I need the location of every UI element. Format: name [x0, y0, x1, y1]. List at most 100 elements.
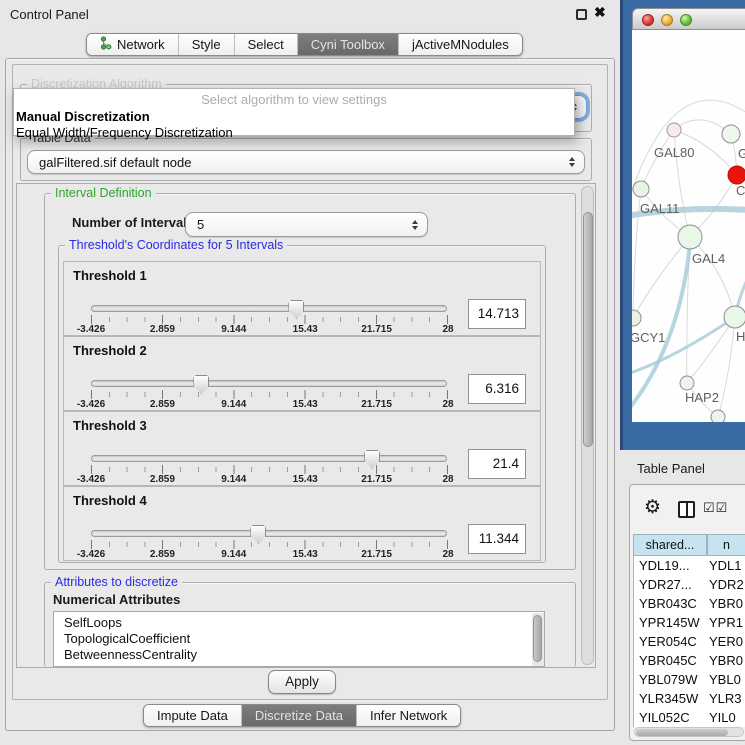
top-tab-bar: Network Style Select Cyni Toolbox jActiv… [86, 33, 523, 56]
list-scrollbar-track[interactable] [532, 613, 544, 666]
cell: YIL0 [706, 708, 745, 727]
cell: YBR043C [634, 594, 706, 613]
table-row[interactable]: YLR345WYLR3 [634, 689, 745, 708]
panel-title: Control Panel [10, 7, 89, 22]
table-row[interactable]: YBR043CYBR0 [634, 594, 745, 613]
bottom-tab-bar: Impute Data Discretize Data Infer Networ… [143, 704, 461, 727]
list-scrollbar-thumb[interactable] [533, 615, 542, 662]
cell: YBR0 [706, 651, 745, 670]
tab-infer-network[interactable]: Infer Network [357, 705, 460, 726]
close-traffic-light-icon[interactable] [642, 14, 654, 26]
scale-label: 21.715 [361, 474, 392, 485]
scale-label: 9.144 [221, 474, 246, 485]
close-icon[interactable]: ✖ [594, 4, 606, 21]
threshold-3-slider-track[interactable] [91, 455, 447, 462]
tab-style-label: Style [192, 37, 221, 52]
numerical-attributes-list[interactable]: SelfLoops TopologicalCoefficient Between… [53, 611, 545, 667]
tab-network[interactable]: Network [87, 34, 179, 55]
scale-label: -3.426 [77, 399, 105, 410]
scale-label: 9.144 [221, 324, 246, 335]
dropdown-hint-item: Select algorithm to view settings [14, 89, 574, 107]
threshold-3-value-field[interactable]: 21.4 [468, 449, 526, 479]
tab-select-label: Select [248, 37, 284, 52]
column-header-name[interactable]: n [707, 534, 745, 556]
tab-infer-network-label: Infer Network [370, 708, 447, 723]
scale-label: -3.426 [77, 474, 105, 485]
table-body: YDL19...YDL1 YDR27...YDR2 YBR043CYBR0 YP… [633, 556, 745, 727]
cell: YBL079W [634, 670, 706, 689]
minimize-traffic-light-icon[interactable] [661, 14, 673, 26]
tab-jactivemnodules[interactable]: jActiveMNodules [399, 34, 522, 55]
threshold-1-value-field[interactable]: 14.713 [468, 299, 526, 329]
table-row[interactable]: YBL079WYBL0 [634, 670, 745, 689]
horizontal-scrollbar-track[interactable] [634, 727, 744, 737]
zoom-traffic-light-icon[interactable] [680, 14, 692, 26]
tab-cyni-toolbox[interactable]: Cyni Toolbox [298, 34, 399, 55]
scale-label: 21.715 [361, 549, 392, 560]
list-item[interactable]: SelfLoops [54, 612, 544, 631]
tab-select[interactable]: Select [235, 34, 298, 55]
dropdown-item-manual-discretization[interactable]: Manual Discretization [14, 107, 574, 124]
interval-definition-group-title: Interval Definition [51, 186, 156, 200]
list-item[interactable]: TopologicalCoefficient [54, 631, 544, 647]
network-svg: GAL80GACGAL11GAL4GCY1HHAP2 [632, 30, 745, 422]
svg-text:GA: GA [738, 146, 745, 161]
cell: YBR045C [634, 651, 706, 670]
vertical-scrollbar-thumb[interactable] [583, 212, 593, 447]
cell: YIL052C [634, 708, 706, 727]
table-row[interactable]: YBR045CYBR0 [634, 651, 745, 670]
number-of-intervals-combobox[interactable]: 5 [185, 212, 428, 237]
columns-icon[interactable] [678, 501, 695, 518]
threshold-2-scale: -3.426 2.859 9.144 15.43 21.715 28 [91, 399, 448, 411]
select-checkboxes-icon[interactable]: ☑☑ [703, 500, 728, 516]
scale-label: 9.144 [221, 399, 246, 410]
tab-discretize-data[interactable]: Discretize Data [242, 705, 357, 726]
list-item[interactable]: BetweennessCentrality [54, 647, 544, 663]
column-header-shared-name[interactable]: shared... [633, 534, 707, 556]
threshold-1-tick-marks [91, 315, 448, 324]
threshold-4-panel: Threshold 4 -3.426 2.859 9.144 15.43 21.… [63, 486, 541, 561]
tab-impute-data-label: Impute Data [157, 708, 228, 723]
gear-icon[interactable]: ⚙ [644, 498, 661, 517]
threshold-3-label: Threshold 3 [73, 418, 147, 433]
number-of-intervals-value: 5 [197, 217, 204, 232]
svg-text:GAL11: GAL11 [640, 201, 680, 216]
scale-label: 9.144 [221, 549, 246, 560]
number-of-intervals-label: Number of Intervals [72, 215, 194, 230]
table-row[interactable]: YDR27...YDR2 [634, 575, 745, 594]
network-window-titlebar[interactable] [632, 8, 745, 30]
threshold-4-value-field[interactable]: 11.344 [468, 524, 526, 554]
threshold-4-slider-track[interactable] [91, 530, 447, 537]
threshold-1-label: Threshold 1 [73, 268, 147, 283]
table-row[interactable]: YDL19...YDL1 [634, 556, 745, 575]
control-panel: Control Panel ✖ Network Style Select Cyn… [0, 0, 620, 745]
table-row[interactable]: YPR145WYPR1 [634, 613, 745, 632]
table-row[interactable]: YER054CYER0 [634, 632, 745, 651]
table-row[interactable]: YIL052CYIL0 [634, 708, 745, 727]
table-header-row: shared... n [633, 534, 745, 556]
apply-button[interactable]: Apply [268, 670, 336, 694]
threshold-1-slider-track[interactable] [91, 305, 447, 312]
tab-impute-data[interactable]: Impute Data [144, 705, 242, 726]
scale-label: 15.43 [293, 549, 318, 560]
cell: YBR0 [706, 594, 745, 613]
cell: YER054C [634, 632, 706, 651]
scale-label: 2.859 [150, 324, 175, 335]
threshold-4-label: Threshold 4 [73, 493, 147, 508]
threshold-2-value-field[interactable]: 6.316 [468, 374, 526, 404]
scale-label: 2.859 [150, 549, 175, 560]
tab-style[interactable]: Style [179, 34, 235, 55]
combo-spinner-icon [569, 157, 575, 167]
network-view-canvas[interactable]: GAL80GACGAL11GAL4GCY1HHAP2 [632, 30, 745, 422]
table-data-combobox[interactable]: galFiltered.sif default node [27, 150, 585, 174]
threshold-2-slider-track[interactable] [91, 380, 447, 387]
scale-label: 28 [442, 399, 453, 410]
attributes-group: Attributes to discretize Numerical Attri… [44, 582, 576, 667]
dropdown-item-equal-width[interactable]: Equal Width/Frequency Discretization [14, 124, 574, 140]
horizontal-scrollbar-thumb[interactable] [636, 729, 728, 736]
cell: YDL1 [706, 556, 745, 575]
threshold-3-scale: -3.426 2.859 9.144 15.43 21.715 28 [91, 474, 448, 486]
scale-label: 21.715 [361, 399, 392, 410]
scale-label: 15.43 [293, 474, 318, 485]
float-window-icon[interactable] [576, 9, 587, 20]
